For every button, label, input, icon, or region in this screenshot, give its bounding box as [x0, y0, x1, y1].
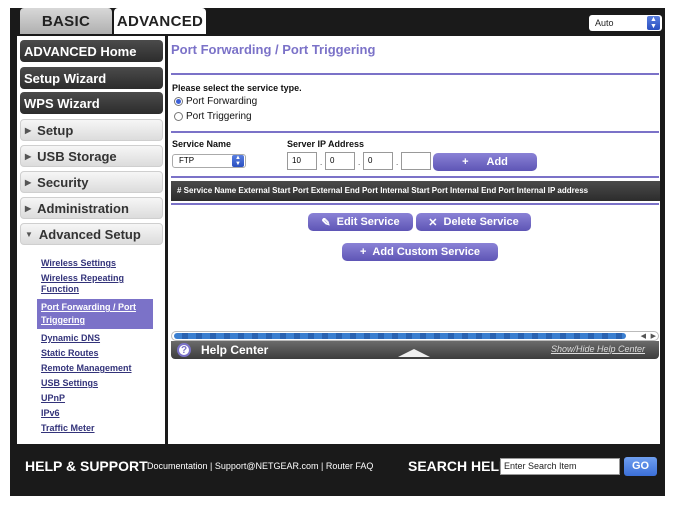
service-type-prompt: Please select the service type. [172, 83, 302, 93]
sidebar-item-wps-wizard[interactable]: WPS Wizard [20, 92, 163, 114]
sidebar-item-label: WPS Wizard [24, 95, 100, 111]
select-arrows-icon: ▲ ▼ [647, 16, 660, 30]
sublink-usb-settings[interactable]: USB Settings [41, 378, 159, 389]
radio-label: Port Forwarding [186, 96, 258, 107]
main-panel: Port Forwarding / Port Triggering Please… [168, 36, 660, 444]
sidebar-item-label: ADVANCED Home [24, 43, 137, 59]
sidebar-item-setup-wizard[interactable]: Setup Wizard [20, 67, 163, 89]
ip-octet-2[interactable]: 0 [325, 152, 355, 170]
ip-octet-1[interactable]: 10 [287, 152, 317, 170]
delete-service-button[interactable]: ✕ Delete Service [416, 213, 531, 231]
go-button[interactable]: GO [624, 457, 657, 476]
sublink-remote-management[interactable]: Remote Management [41, 363, 159, 374]
plus-icon: + [462, 156, 469, 168]
ip-octet-3[interactable]: 0 [363, 152, 393, 170]
tab-advanced[interactable]: ADVANCED [114, 8, 206, 34]
sublink-port-forwarding[interactable]: Port Forwarding / Port Triggering [37, 299, 153, 329]
triangle-right-icon: ▶ [25, 125, 32, 135]
sublink-ipv6[interactable]: IPv6 [41, 408, 159, 419]
expand-arrow-icon[interactable] [398, 349, 430, 357]
divider [171, 203, 659, 205]
add-button-label: Add [486, 156, 508, 168]
sidebar-item-setup[interactable]: ▶ Setup [20, 119, 163, 141]
show-hide-help-link[interactable]: Show/Hide Help Center [551, 344, 645, 354]
sublink-upnp[interactable]: UPnP [41, 393, 159, 404]
sidebar-item-usb-storage[interactable]: ▶ USB Storage [20, 145, 163, 167]
question-icon: ? [177, 343, 191, 357]
close-icon: ✕ [428, 216, 438, 229]
radio-port-forwarding[interactable]: Port Forwarding [174, 96, 257, 107]
triangle-right-icon: ▶ [25, 203, 32, 213]
edit-service-button[interactable]: ✎ Edit Service [308, 213, 413, 231]
pencil-icon: ✎ [321, 216, 331, 229]
sublink-dynamic-dns[interactable]: Dynamic DNS [41, 333, 159, 344]
divider [171, 131, 659, 133]
scrollbar-thumb[interactable] [174, 333, 626, 339]
sublink-traffic-meter[interactable]: Traffic Meter [41, 423, 159, 434]
scroll-right-icon[interactable]: ▶ [651, 332, 656, 340]
service-name-label: Service Name [172, 139, 232, 149]
sidebar: ADVANCED Home Setup Wizard WPS Wizard ▶ S… [17, 36, 165, 444]
triangle-right-icon: ▶ [25, 177, 32, 187]
sublink-wireless-settings[interactable]: Wireless Settings [41, 258, 159, 269]
language-select-value: Auto [595, 18, 614, 28]
help-center-title: Help Center [201, 343, 269, 357]
help-support-title: HELP & SUPPORT [25, 458, 148, 474]
ip-dot: . [358, 158, 361, 167]
search-help-label: SEARCH HELP [408, 458, 509, 474]
help-center-bar[interactable]: ? Help Center Show/Hide Help Center [171, 341, 659, 359]
service-name-value: FTP [179, 156, 195, 165]
table-header: # Service Name External Start Port Exter… [171, 181, 660, 201]
language-select[interactable]: Auto ▲ ▼ [589, 15, 662, 31]
radio-unselected-icon [174, 112, 183, 121]
radio-label: Port Triggering [186, 111, 252, 122]
add-custom-service-label: Add Custom Service [372, 246, 481, 258]
tab-basic[interactable]: BASIC [20, 8, 112, 34]
page-title: Port Forwarding / Port Triggering [171, 42, 376, 57]
add-button[interactable]: + Add [433, 153, 537, 171]
ip-octet-4[interactable] [401, 152, 431, 170]
triangle-down-icon: ▼ [25, 229, 33, 239]
scroll-left-icon[interactable]: ◀ [641, 332, 646, 340]
plus-icon: + [359, 246, 367, 258]
sidebar-item-label: Security [37, 174, 89, 190]
sidebar-item-label: Setup Wizard [24, 70, 107, 86]
radio-selected-icon [174, 97, 183, 106]
footer: HELP & SUPPORT Documentation | Support@N… [10, 448, 665, 486]
service-name-select[interactable]: FTP ▲ ▼ [172, 154, 246, 168]
sidebar-item-security[interactable]: ▶ Security [20, 171, 163, 193]
search-input[interactable]: Enter Search Item [500, 458, 620, 475]
edit-service-label: Edit Service [336, 216, 400, 228]
divider [171, 176, 659, 178]
footer-links[interactable]: Documentation | Support@NETGEAR.com | Ro… [147, 461, 373, 471]
sidebar-item-label: USB Storage [37, 148, 117, 164]
sublink-wireless-repeating[interactable]: Wireless Repeating Function [41, 273, 159, 295]
ip-dot: . [320, 158, 323, 167]
sidebar-item-label: Administration [37, 200, 129, 216]
add-custom-service-button[interactable]: + Add Custom Service [342, 243, 498, 261]
sublink-static-routes[interactable]: Static Routes [41, 348, 159, 359]
sidebar-item-administration[interactable]: ▶ Administration [20, 197, 163, 219]
horizontal-scrollbar[interactable]: ◀ ▶ [171, 331, 659, 341]
triangle-right-icon: ▶ [25, 151, 32, 161]
sidebar-item-label: Setup [37, 122, 74, 138]
radio-port-triggering[interactable]: Port Triggering [174, 111, 252, 122]
sidebar-item-advanced-setup[interactable]: ▼ Advanced Setup [20, 223, 163, 245]
ip-dot: . [396, 158, 399, 167]
divider [171, 73, 659, 75]
sidebar-item-label: Advanced Setup [38, 226, 141, 242]
server-ip-label: Server IP Address [287, 139, 365, 149]
select-arrows-icon: ▲ ▼ [232, 155, 244, 167]
advanced-setup-sublinks: Wireless Settings Wireless Repeating Fun… [37, 258, 159, 438]
delete-service-label: Delete Service [443, 216, 519, 228]
sidebar-item-advanced-home[interactable]: ADVANCED Home [20, 40, 163, 62]
